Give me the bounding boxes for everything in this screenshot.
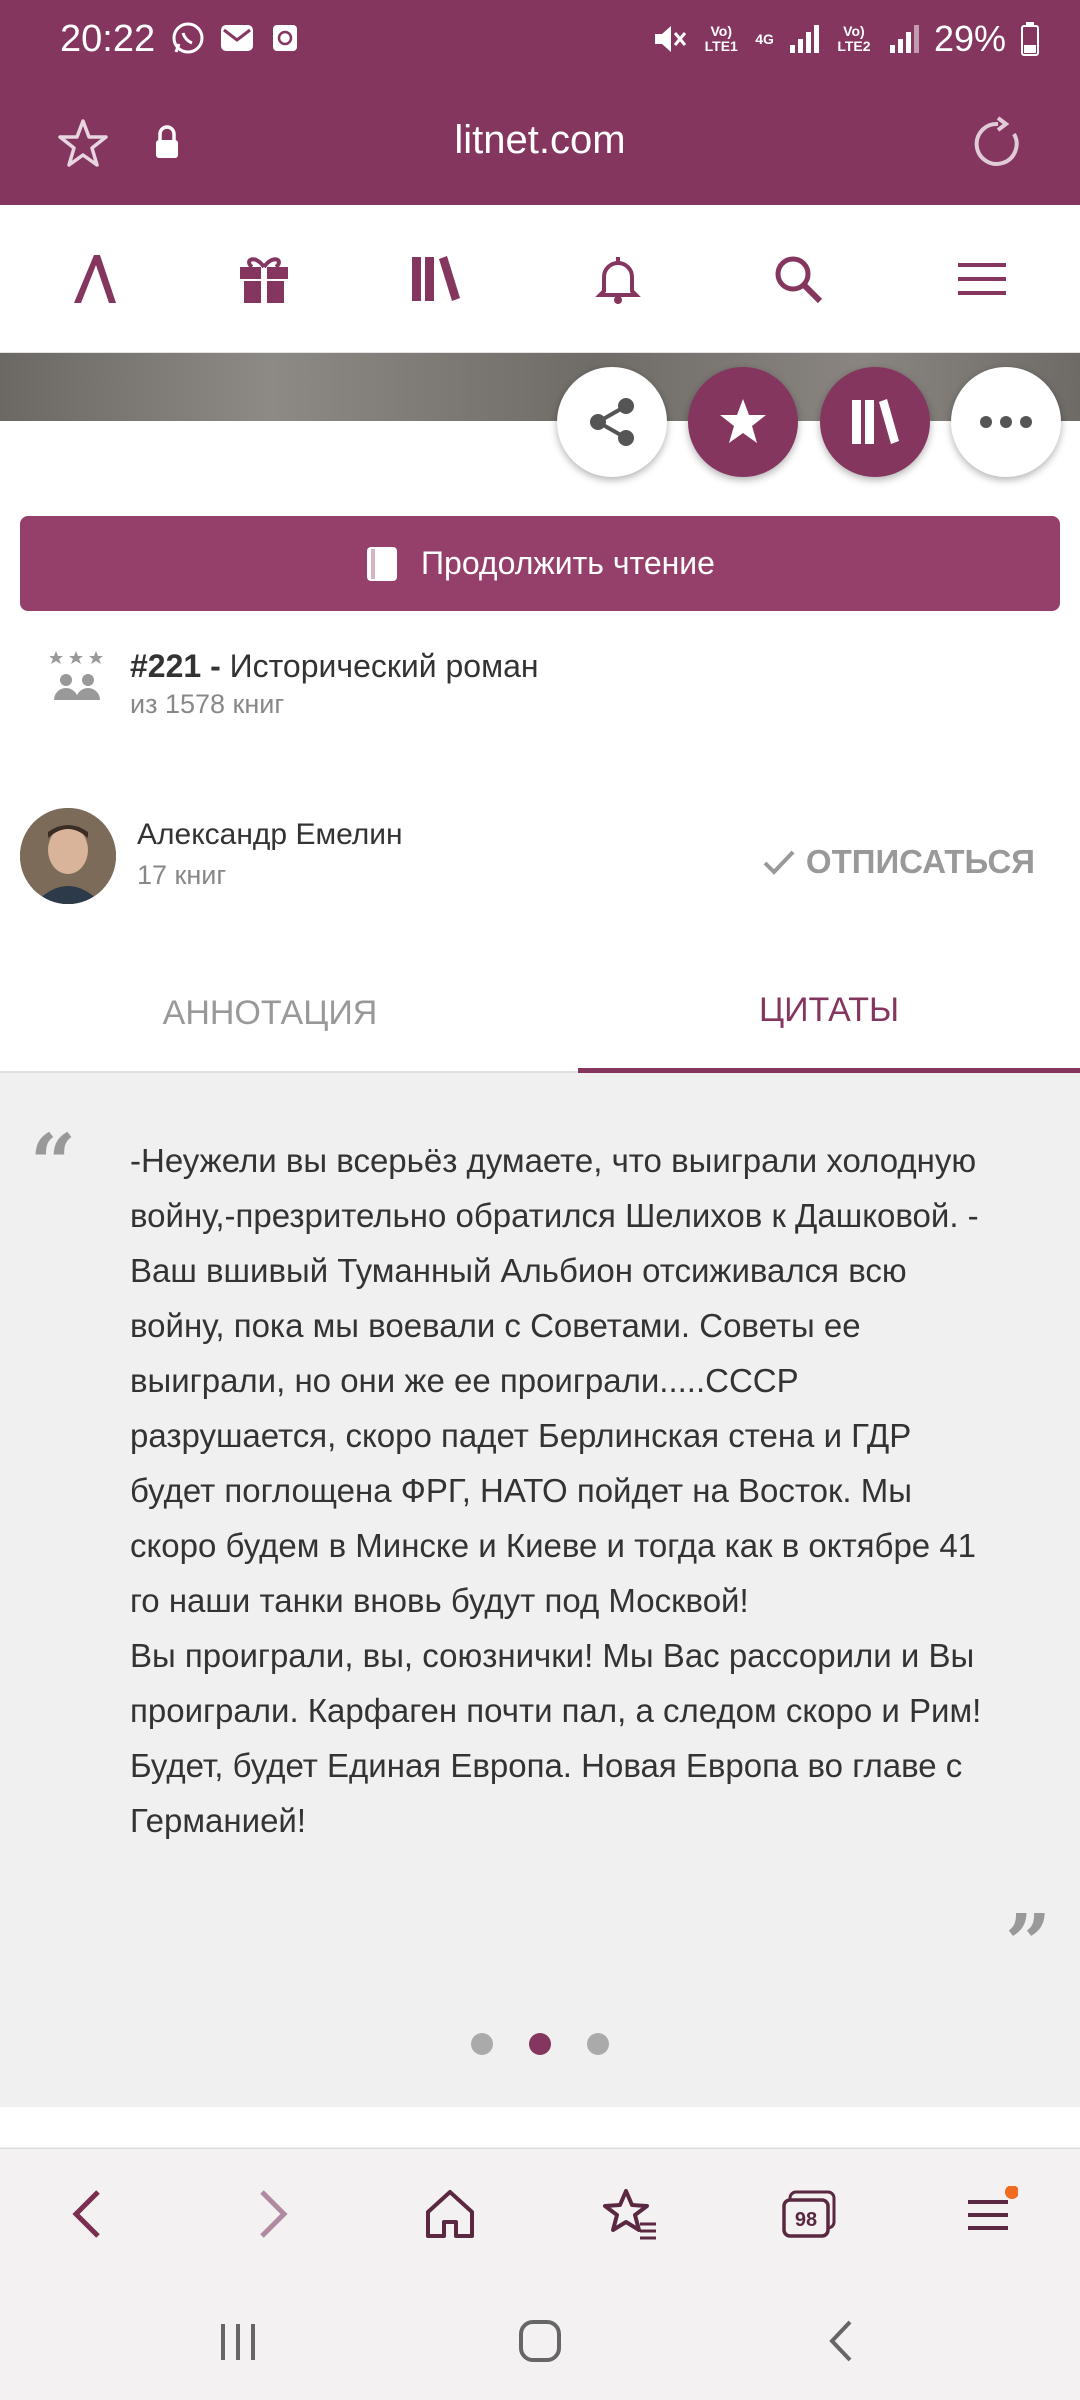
book-icon <box>367 546 398 581</box>
hamburger-icon <box>958 263 1006 295</box>
bookmarks-star-icon <box>603 2189 656 2240</box>
carousel-pagination <box>0 2033 1080 2055</box>
back-arrow-icon <box>72 2190 100 2238</box>
open-quote-mark: “ <box>30 1116 77 1210</box>
book-page: Продолжить чтение #221 - Исторический ро… <box>0 353 1080 2073</box>
author-name[interactable]: Александр Емелин <box>137 818 403 852</box>
more-options-button[interactable] <box>951 367 1061 477</box>
share-button[interactable] <box>557 367 667 477</box>
more-dots-icon <box>980 416 1032 428</box>
home-system-button[interactable] <box>510 2311 570 2371</box>
favorite-button[interactable] <box>688 367 798 477</box>
gift-button[interactable] <box>234 249 294 309</box>
status-right: Vo) LTE1 4G Vo) LTE2 29% <box>651 18 1040 60</box>
rank-subtitle: из 1578 книг <box>130 689 285 719</box>
signal-icon-2 <box>889 25 919 53</box>
unsubscribe-label: ОТПИСАТЬСЯ <box>805 843 1035 880</box>
back-button[interactable] <box>58 2184 118 2244</box>
url-text[interactable]: litnet.com <box>0 118 1080 163</box>
home-icon <box>426 2190 474 2238</box>
tabs-icon: 98 <box>782 2190 836 2238</box>
gift-icon <box>240 257 288 303</box>
litnet-logo-icon <box>74 255 116 303</box>
tabs-button[interactable]: 98 <box>780 2184 840 2244</box>
forward-button[interactable] <box>242 2184 302 2244</box>
forward-arrow-icon <box>260 2190 288 2238</box>
library-icon <box>852 399 899 444</box>
browser-menu-button[interactable] <box>960 2184 1020 2244</box>
continue-reading-label: Продолжить чтение <box>421 545 715 581</box>
pagination-dot-active[interactable] <box>529 2033 551 2055</box>
tab-annotation[interactable]: АННОТАЦИЯ <box>0 953 540 1073</box>
home-button[interactable] <box>420 2184 480 2244</box>
bell-icon <box>595 257 641 304</box>
browser-url-bar: litnet.com <box>0 80 1080 205</box>
recent-apps-button[interactable] <box>208 2311 268 2371</box>
pagination-dot[interactable] <box>587 2033 609 2055</box>
browser-bottom-toolbar: 98 <box>0 2148 1080 2273</box>
rank-number: #221 - <box>130 648 221 684</box>
add-to-library-button[interactable] <box>820 367 930 477</box>
library-button[interactable] <box>406 249 466 309</box>
mail-icon <box>221 25 253 51</box>
home-square-icon <box>519 2320 561 2362</box>
quote-text: -Неужели вы всерьёз думаете, что выиграл… <box>130 1133 1000 1848</box>
tab-quotes[interactable]: ЦИТАТЫ <box>578 953 1080 1073</box>
avatar[interactable] <box>20 808 116 904</box>
network-type: 4G <box>755 30 774 47</box>
book-tabs: АННОТАЦИЯ ЦИТАТЫ <box>0 953 1080 1073</box>
signal-icon <box>789 25 819 53</box>
clock-app-icon <box>273 25 297 51</box>
reload-icon[interactable] <box>970 116 1026 172</box>
unsubscribe-button[interactable]: ОТПИСАТЬСЯ <box>762 843 1035 881</box>
pagination-dot[interactable] <box>471 2033 493 2055</box>
tab-count: 98 <box>795 2209 817 2231</box>
sim1-label: Vo) LTE1 <box>704 23 738 54</box>
author-info[interactable]: Александр Емелин 17 книг <box>137 818 403 891</box>
rating-people-icon <box>49 651 103 700</box>
star-icon <box>720 399 766 443</box>
search-icon <box>775 256 823 304</box>
search-button[interactable] <box>768 249 828 309</box>
menu-icon <box>968 2186 1018 2230</box>
author-photo <box>20 808 116 904</box>
site-logo[interactable] <box>64 249 124 309</box>
bookmarks-button[interactable] <box>600 2184 660 2244</box>
sim2-label: Vo) LTE2 <box>837 23 871 54</box>
status-bar: 20:22 Vo) LTE1 4G Vo) LTE2 29% <box>0 0 1080 80</box>
mute-icon <box>655 26 687 52</box>
rank-genre[interactable]: Исторический роман <box>230 648 539 684</box>
quote-paragraph: -Неужели вы всерьёз думаете, что выиграл… <box>130 1142 979 1619</box>
menu-button[interactable] <box>952 249 1012 309</box>
author-books-count: 17 книг <box>137 860 227 890</box>
close-quote-mark: ” <box>1005 1896 1052 1990</box>
rank-badge <box>49 648 106 713</box>
status-time: 20:22 <box>60 18 156 60</box>
battery-percent: 29% <box>933 18 1006 59</box>
share-icon <box>590 398 634 446</box>
continue-reading-button[interactable]: Продолжить чтение <box>20 516 1060 611</box>
site-top-nav <box>0 205 1080 353</box>
whatsapp-icon <box>172 22 204 54</box>
check-icon <box>763 850 795 875</box>
rank-info: #221 - Исторический роман из 1578 книг <box>130 648 539 720</box>
library-icon <box>412 256 460 301</box>
back-chevron-icon <box>829 2320 852 2362</box>
notification-icons <box>170 20 302 56</box>
system-nav-bar <box>0 2273 1080 2400</box>
page-footer-edge <box>0 2107 1080 2147</box>
notifications-button[interactable] <box>588 249 648 309</box>
quote-paragraph: Вы проиграли, вы, союзнички! Мы Вас расс… <box>130 1637 982 1839</box>
battery-icon <box>1021 22 1039 56</box>
quote-carousel[interactable]: “ -Неужели вы всерьёз думаете, что выигр… <box>0 1073 1080 2073</box>
recent-apps-icon <box>221 2324 255 2360</box>
back-system-button[interactable] <box>812 2311 872 2371</box>
rank-title: #221 - Исторический роман <box>130 648 539 685</box>
author-avatar-wrap[interactable] <box>20 808 116 904</box>
